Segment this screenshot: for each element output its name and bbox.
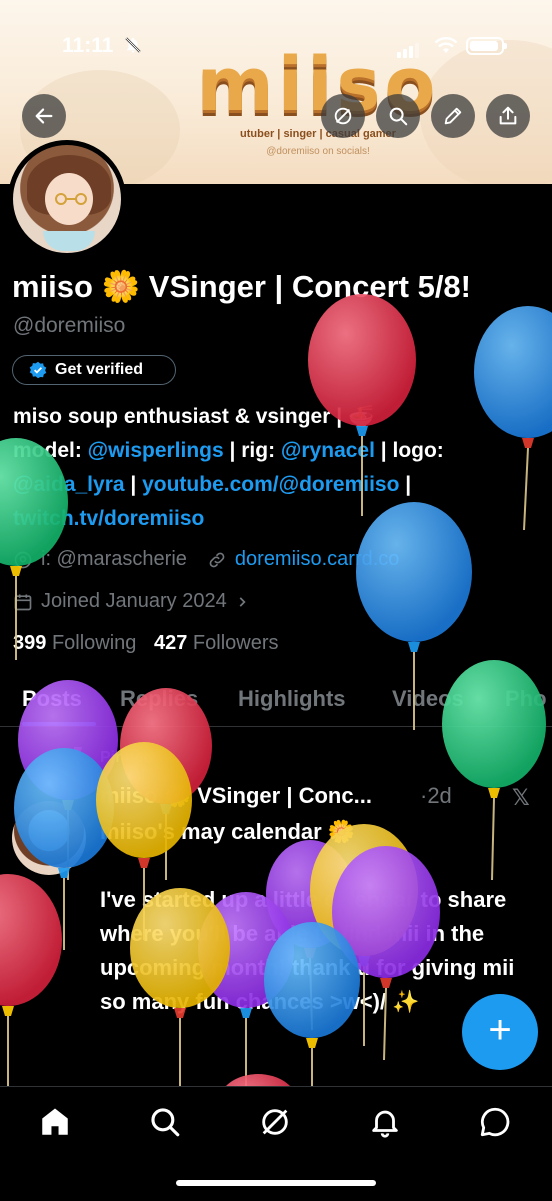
following-label: Following (51, 632, 137, 654)
bio-text: | rig: (223, 439, 281, 462)
search-button[interactable] (376, 94, 420, 138)
explore-icon[interactable] (148, 1105, 182, 1139)
profile-avatar[interactable] (8, 140, 126, 258)
avatar-glasses (55, 193, 87, 205)
get-verified-label: Get verified (55, 361, 144, 378)
banner-socials: @doremiiso on socials! (266, 146, 370, 157)
home-indicator[interactable] (176, 1180, 376, 1186)
compose-button[interactable]: + (462, 994, 538, 1070)
active-tab-indicator (22, 722, 96, 726)
status-time: 11:11 (62, 34, 114, 57)
profile-tabs: Posts Replies Highlights Videos Pho (0, 674, 552, 727)
bio-link-youtube[interactable]: youtube.com/@doremiiso (142, 473, 399, 496)
profile-handle: @doremiiso (13, 314, 126, 337)
joined-row[interactable]: Joined January 2024 (13, 590, 257, 613)
cell-signal-icon (397, 40, 421, 58)
following-count: 399 (13, 632, 47, 654)
edit-button[interactable] (431, 94, 475, 138)
location-icon (14, 551, 32, 568)
bio-text: model: (13, 439, 88, 462)
silent-mode-icon (125, 37, 141, 53)
bio-link-model[interactable]: @wisperlings (88, 439, 224, 462)
post-author-avatar[interactable] (12, 801, 86, 875)
followers-count: 427 (153, 632, 188, 654)
tab-replies[interactable]: Replies (120, 686, 198, 712)
back-arrow-icon (35, 108, 53, 124)
grok-button[interactable] (321, 94, 365, 138)
bio-link-logo[interactable]: @aida_lyra (13, 473, 125, 496)
post-timestamp: ·2d (420, 783, 452, 808)
bio-line: twitch.tv/doremiiso (13, 502, 543, 536)
bio-line: model: @wisperlings | rig: @rynacel | lo… (13, 434, 543, 468)
messages-icon[interactable] (478, 1105, 512, 1139)
bio-line: @aida_lyra | youtube.com/@doremiiso | (13, 468, 543, 502)
battery-icon (466, 37, 507, 55)
share-button[interactable] (486, 94, 530, 138)
bio-link-rig[interactable]: @rynacel (281, 439, 375, 462)
bio-link-twitch[interactable]: twitch.tv/doremiiso (13, 507, 204, 530)
followers-link[interactable]: 427 Followers (154, 632, 279, 654)
get-verified-button[interactable]: Get verified (12, 355, 176, 385)
pin-icon (72, 747, 84, 765)
avatar-bowl (43, 231, 95, 251)
verified-badge-icon (29, 361, 47, 379)
tab-posts[interactable]: Posts (22, 686, 82, 712)
link-icon (209, 552, 225, 567)
search-icon (389, 107, 408, 126)
tab-highlights[interactable]: Highlights (238, 686, 346, 712)
joined-date: Joined January 2024 (41, 590, 227, 612)
bio-line: miso soup enthusiast & vsinger | 🍜 (13, 405, 375, 428)
follow-stats: 399 Following 427 Followers (13, 632, 279, 655)
status-bar: 11:11 (0, 0, 552, 84)
tab-videos[interactable]: Videos (392, 686, 464, 712)
wifi-icon (434, 37, 458, 53)
share-icon (499, 106, 517, 125)
followers-label: Followers (192, 632, 279, 654)
calendar-icon (14, 594, 32, 610)
edit-icon (444, 107, 462, 125)
display-name: miiso 🌼 VSinger | Concert 5/8! (12, 269, 471, 304)
tab-photos[interactable]: Pho (505, 686, 547, 712)
back-button[interactable] (22, 94, 66, 138)
bio-text: | logo: (374, 439, 444, 462)
post-author-name[interactable]: miiso 🌼 VSinger | Conc... (100, 783, 372, 809)
x-logo-icon: 𝕏 (512, 785, 530, 810)
bio-text: | (124, 473, 143, 496)
bio-text: | (399, 473, 412, 496)
grok-nav-icon[interactable] (258, 1105, 292, 1139)
profile-bio: miso soup enthusiast & vsinger | 🍜 model… (13, 400, 543, 536)
notifications-icon[interactable] (368, 1105, 402, 1139)
icon-credit: i: @marascherie (41, 548, 187, 570)
pinned-label: Pinned (100, 749, 154, 766)
plus-icon: + (488, 1008, 512, 1052)
home-icon[interactable] (38, 1105, 72, 1139)
profile-meta-row: i: @marascherie doremiiso.carrd.co (13, 548, 399, 571)
chevron-right-icon (239, 596, 246, 607)
website-link[interactable]: doremiiso.carrd.co (235, 548, 400, 571)
grok-icon (334, 107, 352, 125)
following-link[interactable]: 399 Following (13, 632, 136, 654)
post-text: miiso's may calendar 🌼 I've started up a… (100, 819, 515, 1014)
